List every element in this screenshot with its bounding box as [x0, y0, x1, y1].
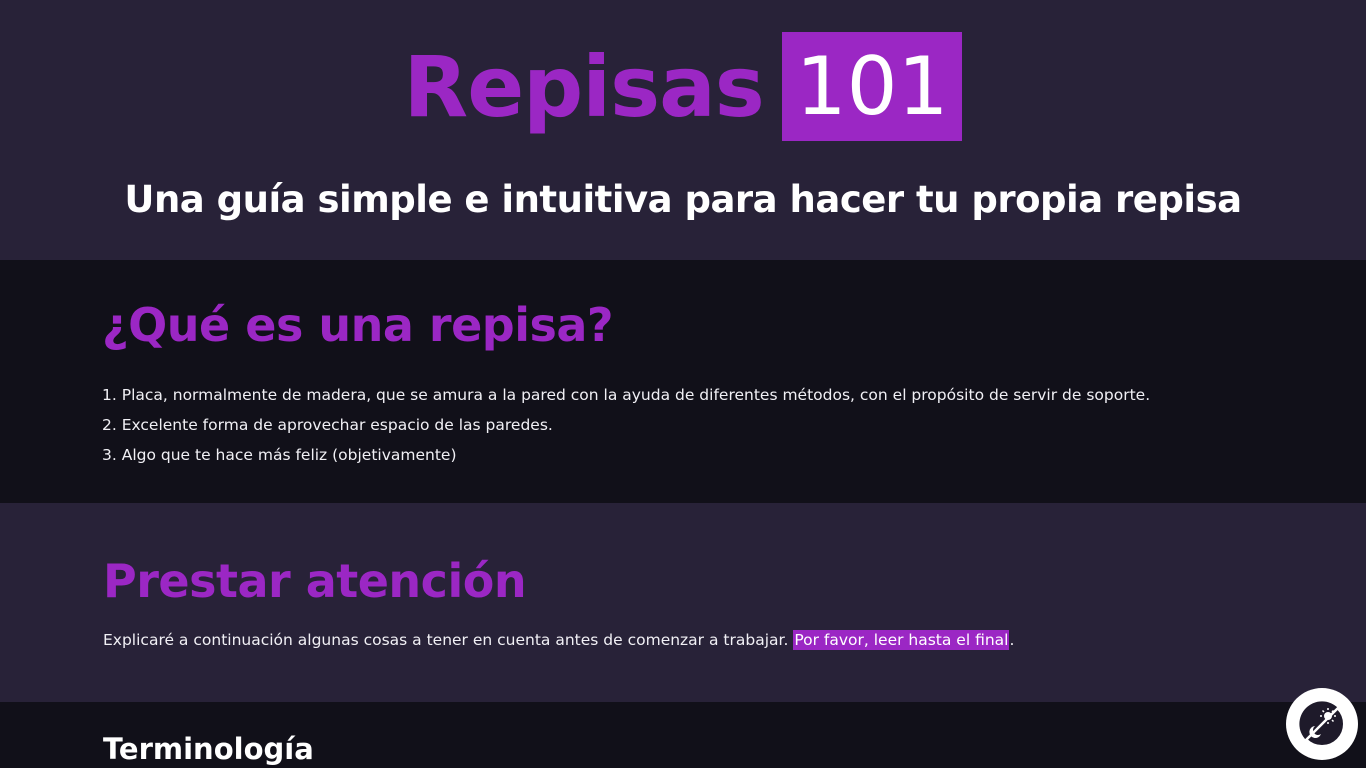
site-title-word: Repisas	[403, 38, 765, 136]
terminology-section: Terminología	[0, 702, 1366, 768]
list-item: 2. Excelente forma de aprovechar espacio…	[102, 416, 553, 434]
hero-header: Repisas 101 Una guía simple e intuitiva p…	[0, 0, 1366, 260]
theme-toggle-button[interactable]	[1286, 688, 1358, 760]
site-title: Repisas 101	[0, 32, 1366, 142]
attention-heading: Prestar atención	[103, 554, 527, 608]
attention-period: .	[1009, 631, 1015, 649]
definition-list: 1. Placa, normalmente de madera, que se …	[102, 380, 1150, 470]
attention-section: Prestar atención Explicaré a continuació…	[0, 503, 1366, 702]
attention-text: Explicaré a continuación algunas cosas a…	[103, 631, 794, 649]
list-item: 1. Placa, normalmente de madera, que se …	[102, 386, 1151, 404]
page: Repisas 101 Una guía simple e intuitiva p…	[0, 0, 1366, 768]
list-item: 3. Algo que te hace más feliz (objetivam…	[102, 446, 457, 464]
terminology-heading: Terminología	[103, 732, 314, 766]
dark-mode-toggle-icon	[1299, 701, 1345, 747]
what-is-heading: ¿Qué es una repisa?	[102, 298, 614, 352]
what-is-section: ¿Qué es una repisa? 1. Placa, normalment…	[0, 260, 1366, 503]
attention-highlight: Por favor, leer hasta el final	[793, 630, 1010, 650]
attention-paragraph: Explicaré a continuación algunas cosas a…	[103, 630, 1015, 650]
site-subtitle: Una guía simple e intuitiva para hacer t…	[124, 178, 1242, 221]
site-title-number-badge: 101	[781, 32, 963, 141]
